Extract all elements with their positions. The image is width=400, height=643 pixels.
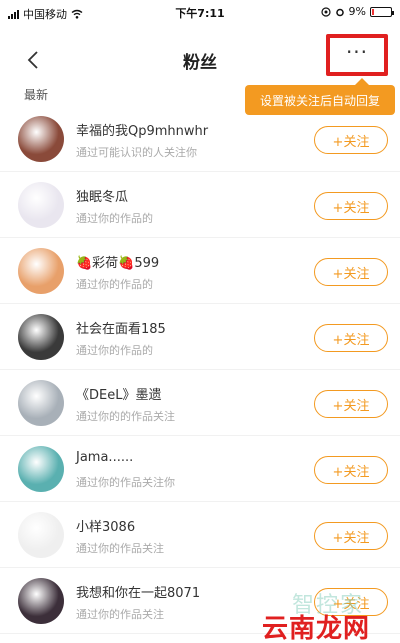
- avatar[interactable]: [18, 446, 64, 492]
- follower-source: 通过可能认识的人关注你: [76, 146, 197, 159]
- follower-row[interactable]: Jama...... 通过你的作品关注你 +关注: [0, 436, 400, 502]
- avatar[interactable]: [18, 314, 64, 360]
- follower-source: 通过你的作品的: [76, 278, 153, 291]
- follower-name: Jama......: [76, 450, 134, 465]
- avatar[interactable]: [18, 116, 64, 162]
- follower-name: 小样3086: [76, 520, 136, 535]
- follower-list: 幸福的我Qp9mhnwhr 通过可能认识的人关注你 +关注 独眠冬瓜 通过你的作…: [0, 106, 400, 634]
- follow-button[interactable]: +关注: [314, 126, 388, 154]
- follower-name: 独眠冬瓜: [76, 190, 129, 205]
- follower-source: 通过你的作品的: [76, 212, 153, 225]
- status-bar: 中国移动 下午7:11 9%: [0, 0, 400, 24]
- battery-icon: [370, 6, 394, 17]
- follower-name: 幸福的我Qp9mhnwhr: [76, 124, 209, 139]
- follower-name: 我想和你在一起8071: [76, 586, 201, 601]
- follower-source: 通过你的作品关注你: [76, 476, 175, 489]
- follow-button[interactable]: +关注: [314, 390, 388, 418]
- avatar[interactable]: [18, 578, 64, 624]
- follower-source: 通过你的作品的: [76, 344, 153, 357]
- follow-button[interactable]: +关注: [314, 192, 388, 220]
- follower-source: 通过你的的作品关注: [76, 410, 175, 423]
- follower-row[interactable]: 社会在面看185 通过你的作品的 +关注: [0, 304, 400, 370]
- follower-row[interactable]: 🍓彩荷🍓599 通过你的作品的 +关注: [0, 238, 400, 304]
- avatar[interactable]: [18, 512, 64, 558]
- more-options-button[interactable]: ···: [326, 34, 388, 76]
- battery-percent: 9%: [348, 5, 366, 18]
- follow-button[interactable]: +关注: [314, 456, 388, 484]
- follow-button[interactable]: +关注: [314, 324, 388, 352]
- more-dots-icon: ···: [345, 40, 369, 64]
- follow-button[interactable]: +关注: [314, 522, 388, 550]
- avatar[interactable]: [18, 182, 64, 228]
- follower-source: 通过你的作品关注: [76, 608, 164, 621]
- follower-source: 通过你的作品关注: [76, 542, 164, 555]
- follower-name: 社会在面看185: [76, 322, 166, 337]
- follower-row[interactable]: 《DEeL》墨遗 通过你的的作品关注 +关注: [0, 370, 400, 436]
- follower-row[interactable]: 小样3086 通过你的作品关注 +关注: [0, 502, 400, 568]
- section-label-latest: 最新: [24, 88, 49, 102]
- avatar[interactable]: [18, 380, 64, 426]
- follower-row[interactable]: 幸福的我Qp9mhnwhr 通过可能认识的人关注你 +关注: [0, 106, 400, 172]
- battery-fill: [372, 8, 374, 15]
- follower-row[interactable]: 独眠冬瓜 通过你的作品的 +关注: [0, 172, 400, 238]
- watermark-logo: 云南龙网: [262, 614, 371, 643]
- follow-button[interactable]: +关注: [314, 258, 388, 286]
- follower-name: 🍓彩荷🍓599: [76, 256, 160, 271]
- avatar[interactable]: [18, 248, 64, 294]
- alarm-icon: [335, 8, 344, 16]
- location-icon: [320, 6, 331, 17]
- follower-name: 《DEeL》墨遗: [76, 388, 162, 403]
